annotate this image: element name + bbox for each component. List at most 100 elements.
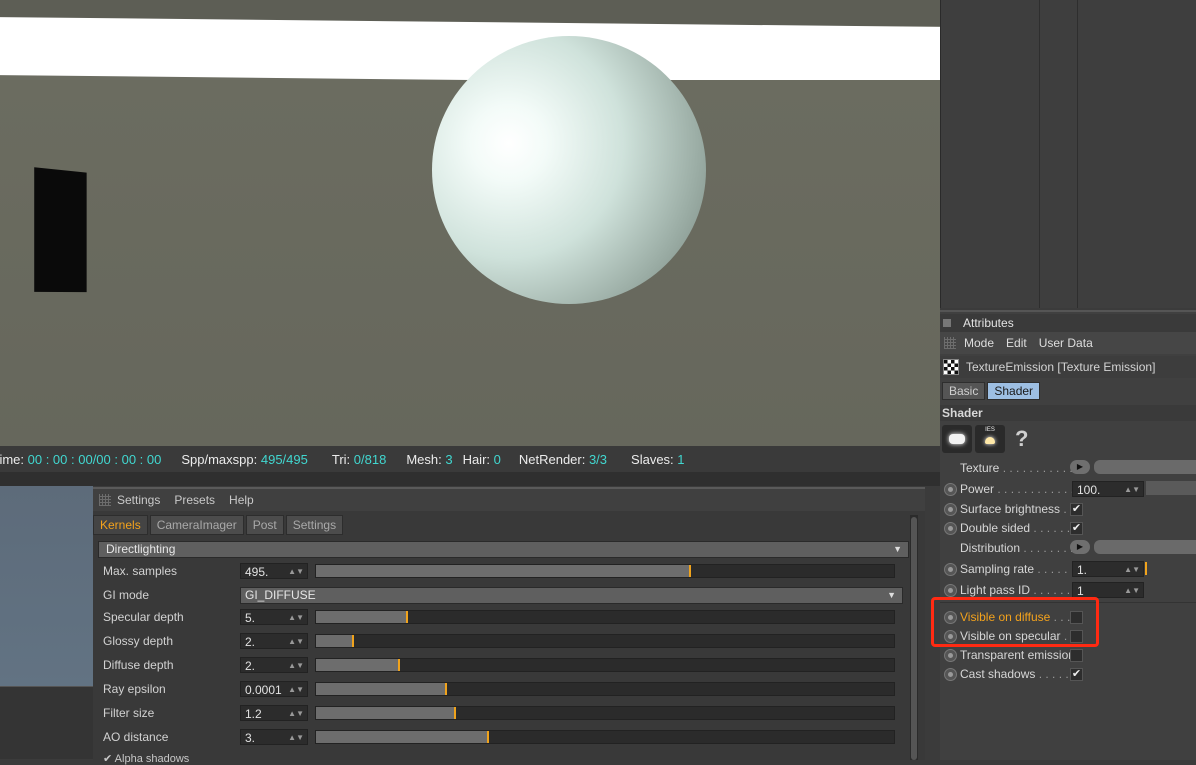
stepper-icon[interactable]: ▲▼	[288, 564, 304, 580]
distribution-play-button[interactable]: ▶	[1070, 540, 1090, 554]
stepper-icon[interactable]: ▲▼	[288, 706, 304, 722]
menu-help[interactable]: Help	[229, 493, 254, 507]
tab-kernels[interactable]: Kernels	[93, 515, 148, 535]
scrollbar-thumb[interactable]	[911, 517, 917, 760]
param-slider[interactable]	[315, 682, 895, 696]
viewport-black-panel	[34, 167, 87, 293]
light-pass-id-field[interactable]: 1 ▲▼	[1072, 582, 1144, 598]
slider-knob[interactable]	[406, 611, 408, 623]
slider-knob[interactable]	[454, 707, 456, 719]
tab-post[interactable]: Post	[245, 515, 284, 535]
menu-user-data[interactable]: User Data	[1039, 336, 1093, 350]
settings-scrollbar[interactable]	[910, 515, 918, 760]
light-pass-id-label: Light pass ID	[960, 583, 1031, 597]
param-value-field[interactable]: 3. ▲▼	[240, 729, 308, 745]
gi-mode-select[interactable]: GI_DIFFUSE ▼	[240, 587, 903, 604]
param-value-field[interactable]: 5. ▲▼	[240, 609, 308, 625]
param-slider[interactable]	[315, 706, 895, 720]
menu-presets[interactable]: Presets	[174, 493, 215, 507]
param-texture: Texture . . . . . . . . . . . ▶	[940, 460, 1196, 478]
surface-brightness-checkbox[interactable]: ✔	[1070, 503, 1083, 516]
stepper-icon[interactable]: ▲▼	[1124, 583, 1140, 599]
power-field[interactable]: 100. ▲▼	[1072, 481, 1144, 497]
slider-knob[interactable]	[445, 683, 447, 695]
menu-mode[interactable]: Mode	[964, 336, 994, 350]
transparent-emission-checkbox[interactable]	[1070, 649, 1083, 662]
texture-play-button[interactable]: ▶	[1070, 460, 1090, 474]
texture-emission-icon	[943, 359, 959, 375]
attributes-panel: Attributes Mode Edit User Data TextureEm…	[940, 310, 1196, 760]
alpha-shadows-checkbox[interactable]: ✔ Alpha shadows	[103, 752, 189, 765]
param-slider[interactable]	[315, 564, 895, 578]
param-value-field[interactable]: 0.0001 ▲▼	[240, 681, 308, 697]
slider-knob[interactable]	[398, 659, 400, 671]
animate-radio[interactable]	[944, 483, 957, 496]
ies-light-icon[interactable]: IES	[975, 425, 1005, 453]
texture-link-field[interactable]	[1094, 460, 1196, 474]
viewport-emissive-sphere	[432, 36, 706, 304]
chevron-down-icon: ▼	[887, 590, 896, 600]
slider-knob[interactable]	[487, 731, 489, 743]
stepper-icon[interactable]: ▲▼	[288, 658, 304, 674]
object-manager-panel	[940, 0, 1196, 308]
slider-knob[interactable]	[689, 565, 691, 577]
param-value-field[interactable]: 1.2 ▲▼	[240, 705, 308, 721]
stepper-icon[interactable]: ▲▼	[288, 634, 304, 650]
param-transparent-emission: Transparent emission	[940, 647, 1196, 665]
grip-icon[interactable]	[99, 494, 111, 506]
stepper-icon[interactable]: ▲▼	[288, 610, 304, 626]
param-slider[interactable]	[315, 658, 895, 672]
gi-mode-value: GI_DIFFUSE	[245, 588, 316, 602]
stepper-icon[interactable]: ▲▼	[288, 730, 304, 746]
param-value: 2.	[245, 659, 256, 673]
stepper-icon[interactable]: ▲▼	[1124, 562, 1140, 578]
param-slider[interactable]	[315, 730, 895, 744]
distribution-label: Distribution	[960, 541, 1021, 555]
animate-radio[interactable]	[944, 584, 957, 597]
slider-fill	[316, 611, 406, 623]
power-slider[interactable]	[1146, 481, 1196, 495]
animate-radio[interactable]	[944, 563, 957, 576]
param-label: Diffuse depth	[103, 658, 174, 672]
param-value: 1.2	[245, 707, 262, 721]
object-name: TextureEmission [Texture Emission]	[966, 360, 1156, 374]
tab-basic[interactable]: Basic	[942, 382, 986, 400]
param-slider[interactable]	[315, 610, 895, 624]
param-slider[interactable]	[315, 634, 895, 648]
cast-shadows-checkbox[interactable]: ✔	[1070, 668, 1083, 681]
param-value-field[interactable]: 2. ▲▼	[240, 657, 308, 673]
status-slaves: Slaves: 1	[631, 451, 685, 467]
tab-settings[interactable]: Settings	[285, 515, 344, 535]
menu-edit[interactable]: Edit	[1006, 336, 1027, 350]
param-sampling-rate: Sampling rate . . . . . 1. ▲▼	[940, 561, 1196, 579]
panel-toggle-icon[interactable]	[943, 319, 951, 327]
param-value: 3.	[245, 731, 256, 745]
tab-cameraimager[interactable]: CameraImager	[149, 515, 244, 535]
kernel-type-select[interactable]: Directlighting ▼	[98, 541, 909, 558]
stepper-icon[interactable]: ▲▼	[1124, 482, 1140, 498]
settings-tabs: Kernels CameraImager Post Settings	[93, 515, 345, 535]
animate-radio[interactable]	[944, 503, 957, 516]
param-double-sided: Double sided . . . . . . ✔	[940, 520, 1196, 538]
grip-icon[interactable]	[944, 337, 956, 349]
param-value-field[interactable]: 2. ▲▼	[240, 633, 308, 649]
attributes-tabs: Basic Shader	[942, 382, 1042, 400]
animate-radio[interactable]	[944, 668, 957, 681]
sampling-rate-field[interactable]: 1. ▲▼	[1072, 561, 1144, 577]
sampling-rate-slider-knob[interactable]	[1145, 562, 1147, 575]
attributes-header: Attributes	[940, 314, 1196, 332]
double-sided-checkbox[interactable]: ✔	[1070, 522, 1083, 535]
animate-radio[interactable]	[944, 522, 957, 535]
menu-settings[interactable]: Settings	[117, 493, 160, 507]
tab-shader[interactable]: Shader	[987, 382, 1041, 400]
cast-shadows-label: Cast shadows	[960, 667, 1036, 681]
param-value: 495.	[245, 565, 269, 579]
animate-radio[interactable]	[944, 649, 957, 662]
slider-knob[interactable]	[352, 635, 354, 647]
render-viewport[interactable]	[0, 0, 940, 450]
help-icon[interactable]: ?	[1015, 426, 1028, 452]
stepper-icon[interactable]: ▲▼	[288, 682, 304, 698]
distribution-link-field[interactable]	[1094, 540, 1196, 554]
emission-preview-icon[interactable]	[942, 425, 972, 453]
param-value-field[interactable]: 495. ▲▼	[240, 563, 308, 579]
